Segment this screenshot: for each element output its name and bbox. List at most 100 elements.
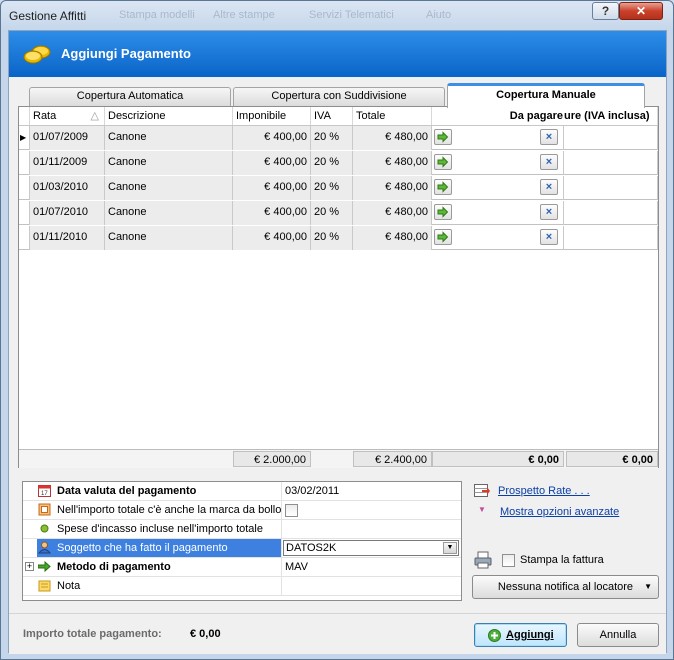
prospetto-rate-link[interactable]: Prospetto Rate . . .	[498, 485, 590, 497]
cell-totale: € 480,00	[353, 201, 432, 225]
stampa-fattura-checkbox[interactable]	[502, 554, 515, 567]
prop-value-bollo	[281, 501, 458, 519]
expand-icon[interactable]: +	[25, 562, 34, 571]
dropdown-arrow-icon[interactable]: ▼	[443, 542, 457, 554]
green-arrow-icon	[437, 181, 449, 193]
table-row[interactable]: 01/07/2010 Canone € 400,00 20 % € 480,00 ×	[19, 201, 658, 225]
cell-da-pagare[interactable]: ×	[432, 176, 564, 200]
property-grid[interactable]: 17 Data valuta del pagamento 03/02/2011 …	[22, 481, 462, 601]
clear-amount-button[interactable]: ×	[540, 229, 558, 245]
footer-imponibile: € 2.000,00	[233, 451, 311, 467]
prop-value-spese	[281, 520, 458, 538]
row-indicator: ▶	[19, 126, 30, 150]
sort-icon: △	[90, 110, 99, 122]
prop-value-metodo[interactable]: MAV	[281, 558, 458, 576]
close-button[interactable]: ✕	[619, 2, 663, 20]
window-title: Gestione Affitti	[9, 9, 87, 23]
prop-value-data[interactable]: 03/02/2011	[281, 482, 458, 500]
clear-amount-button[interactable]: ×	[540, 129, 558, 145]
annulla-button[interactable]: Annulla	[577, 623, 659, 647]
cell-descrizione: Canone	[105, 201, 233, 225]
grid-footer: € 2.000,00 € 2.400,00 € 0,00 € 0,00	[19, 449, 658, 468]
cell-fattura[interactable]	[564, 201, 658, 225]
header-descrizione[interactable]: Descrizione	[105, 107, 233, 125]
cell-descrizione: Canone	[105, 176, 233, 200]
cell-da-pagare[interactable]: ×	[432, 201, 564, 225]
table-row[interactable]: 01/03/2010 Canone € 400,00 20 % € 480,00 ×	[19, 176, 658, 200]
stampa-fattura-label: Stampa la fattura	[520, 554, 604, 566]
aggiungi-button[interactable]: Aggiungi	[474, 623, 567, 647]
prop-spese-incasso[interactable]: Spese d'incasso incluse nell'importo tot…	[23, 520, 461, 539]
dialog-title: Aggiungi Pagamento	[61, 46, 191, 61]
add-icon	[488, 629, 501, 642]
cell-imponibile: € 400,00	[233, 126, 311, 150]
header-iva[interactable]: IVA	[311, 107, 353, 125]
header-fattura[interactable]: ure (IVA inclusa)	[564, 107, 658, 125]
header-rata[interactable]: Rata △	[30, 107, 105, 125]
copy-amount-button[interactable]	[434, 179, 452, 195]
copy-amount-button[interactable]	[434, 229, 452, 245]
prop-data-valuta[interactable]: 17 Data valuta del pagamento 03/02/2011	[23, 482, 461, 501]
cell-fattura[interactable]	[564, 176, 658, 200]
prop-marca-bollo[interactable]: Nell'importo totale c'è anche la marca d…	[23, 501, 461, 520]
cell-iva: 20 %	[311, 226, 353, 250]
prop-label: Nell'importo totale c'è anche la marca d…	[57, 504, 282, 516]
copy-amount-button[interactable]	[434, 204, 452, 220]
clear-amount-button[interactable]: ×	[540, 204, 558, 220]
tab-copertura-automatica[interactable]: Copertura Automatica	[29, 87, 231, 106]
prop-label: Nota	[57, 580, 81, 592]
table-row[interactable]: 01/11/2010 Canone € 400,00 20 % € 480,00 ×	[19, 226, 658, 250]
cell-totale: € 480,00	[353, 176, 432, 200]
prop-nota[interactable]: Nota	[23, 577, 461, 596]
table-row[interactable]: 01/11/2009 Canone € 400,00 20 % € 480,00 ×	[19, 151, 658, 175]
cell-totale: € 480,00	[353, 226, 432, 250]
green-arrow-icon	[437, 156, 449, 168]
opzioni-avanzate-link[interactable]: Mostra opzioni avanzate	[500, 506, 619, 518]
prop-soggetto[interactable]: Soggetto che ha fatto il pagamento DATOS…	[23, 539, 461, 558]
header-totale[interactable]: Totale	[353, 107, 432, 125]
triangle-down-icon: ▼	[478, 505, 486, 514]
note-icon	[38, 580, 51, 592]
bollo-checkbox[interactable]	[285, 504, 298, 517]
rate-grid[interactable]: Rata △ Descrizione Imponibile IVA Totale …	[18, 106, 659, 468]
cell-fattura[interactable]	[564, 226, 658, 250]
cell-descrizione: Canone	[105, 226, 233, 250]
copy-amount-button[interactable]	[434, 154, 452, 170]
cell-da-pagare[interactable]: ×	[432, 226, 564, 250]
cell-iva: 20 %	[311, 176, 353, 200]
soggetto-value: DATOS2K	[286, 542, 337, 554]
soggetto-combobox[interactable]: DATOS2K ▼	[283, 540, 459, 556]
clear-amount-button[interactable]: ×	[540, 179, 558, 195]
cell-da-pagare[interactable]: ×	[432, 151, 564, 175]
dialog-client: Aggiungi Pagamento Copertura Automatica …	[8, 30, 667, 654]
cell-fattura[interactable]	[564, 151, 658, 175]
header-banner: Aggiungi Pagamento	[9, 31, 666, 77]
table-row[interactable]: ▶ 01/07/2009 Canone € 400,00 20 % € 480,00 ×	[19, 126, 658, 150]
prop-metodo[interactable]: + Metodo di pagamento MAV	[23, 558, 461, 577]
prop-label: Soggetto che ha fatto il pagamento	[57, 542, 228, 554]
header-indicator	[19, 107, 30, 125]
tab-strip: Copertura Automatica Copertura con Suddi…	[19, 83, 659, 108]
prop-value-soggetto[interactable]: DATOS2K ▼	[281, 539, 459, 557]
prop-value-nota[interactable]	[281, 577, 458, 595]
total-label: Importo totale pagamento:	[23, 628, 162, 640]
header-da-pagare[interactable]: Da pagare	[432, 107, 564, 125]
main-window: Gestione Affitti Stampa modelli Altre st…	[0, 0, 674, 660]
help-button[interactable]: ?	[592, 2, 619, 20]
cell-da-pagare[interactable]: ×	[432, 126, 564, 150]
cell-rata: 01/07/2009	[30, 126, 105, 150]
cell-descrizione: Canone	[105, 151, 233, 175]
row-indicator	[19, 201, 30, 225]
clear-amount-button[interactable]: ×	[540, 154, 558, 170]
header-imponibile[interactable]: Imponibile	[233, 107, 311, 125]
row-indicator	[19, 226, 30, 250]
tab-copertura-suddivisione[interactable]: Copertura con Suddivisione	[233, 87, 445, 106]
notifica-dropdown[interactable]: Nessuna notifica al locatore ▼	[472, 575, 659, 599]
copy-amount-button[interactable]	[434, 129, 452, 145]
ghost-menu-item: Aiuto	[426, 9, 452, 21]
calendar-icon: 17	[38, 485, 51, 497]
tab-copertura-manuale[interactable]: Copertura Manuale	[447, 83, 645, 108]
dropdown-arrow-icon: ▼	[644, 582, 652, 591]
row-indicator	[19, 151, 30, 175]
cell-fattura[interactable]	[564, 126, 658, 150]
